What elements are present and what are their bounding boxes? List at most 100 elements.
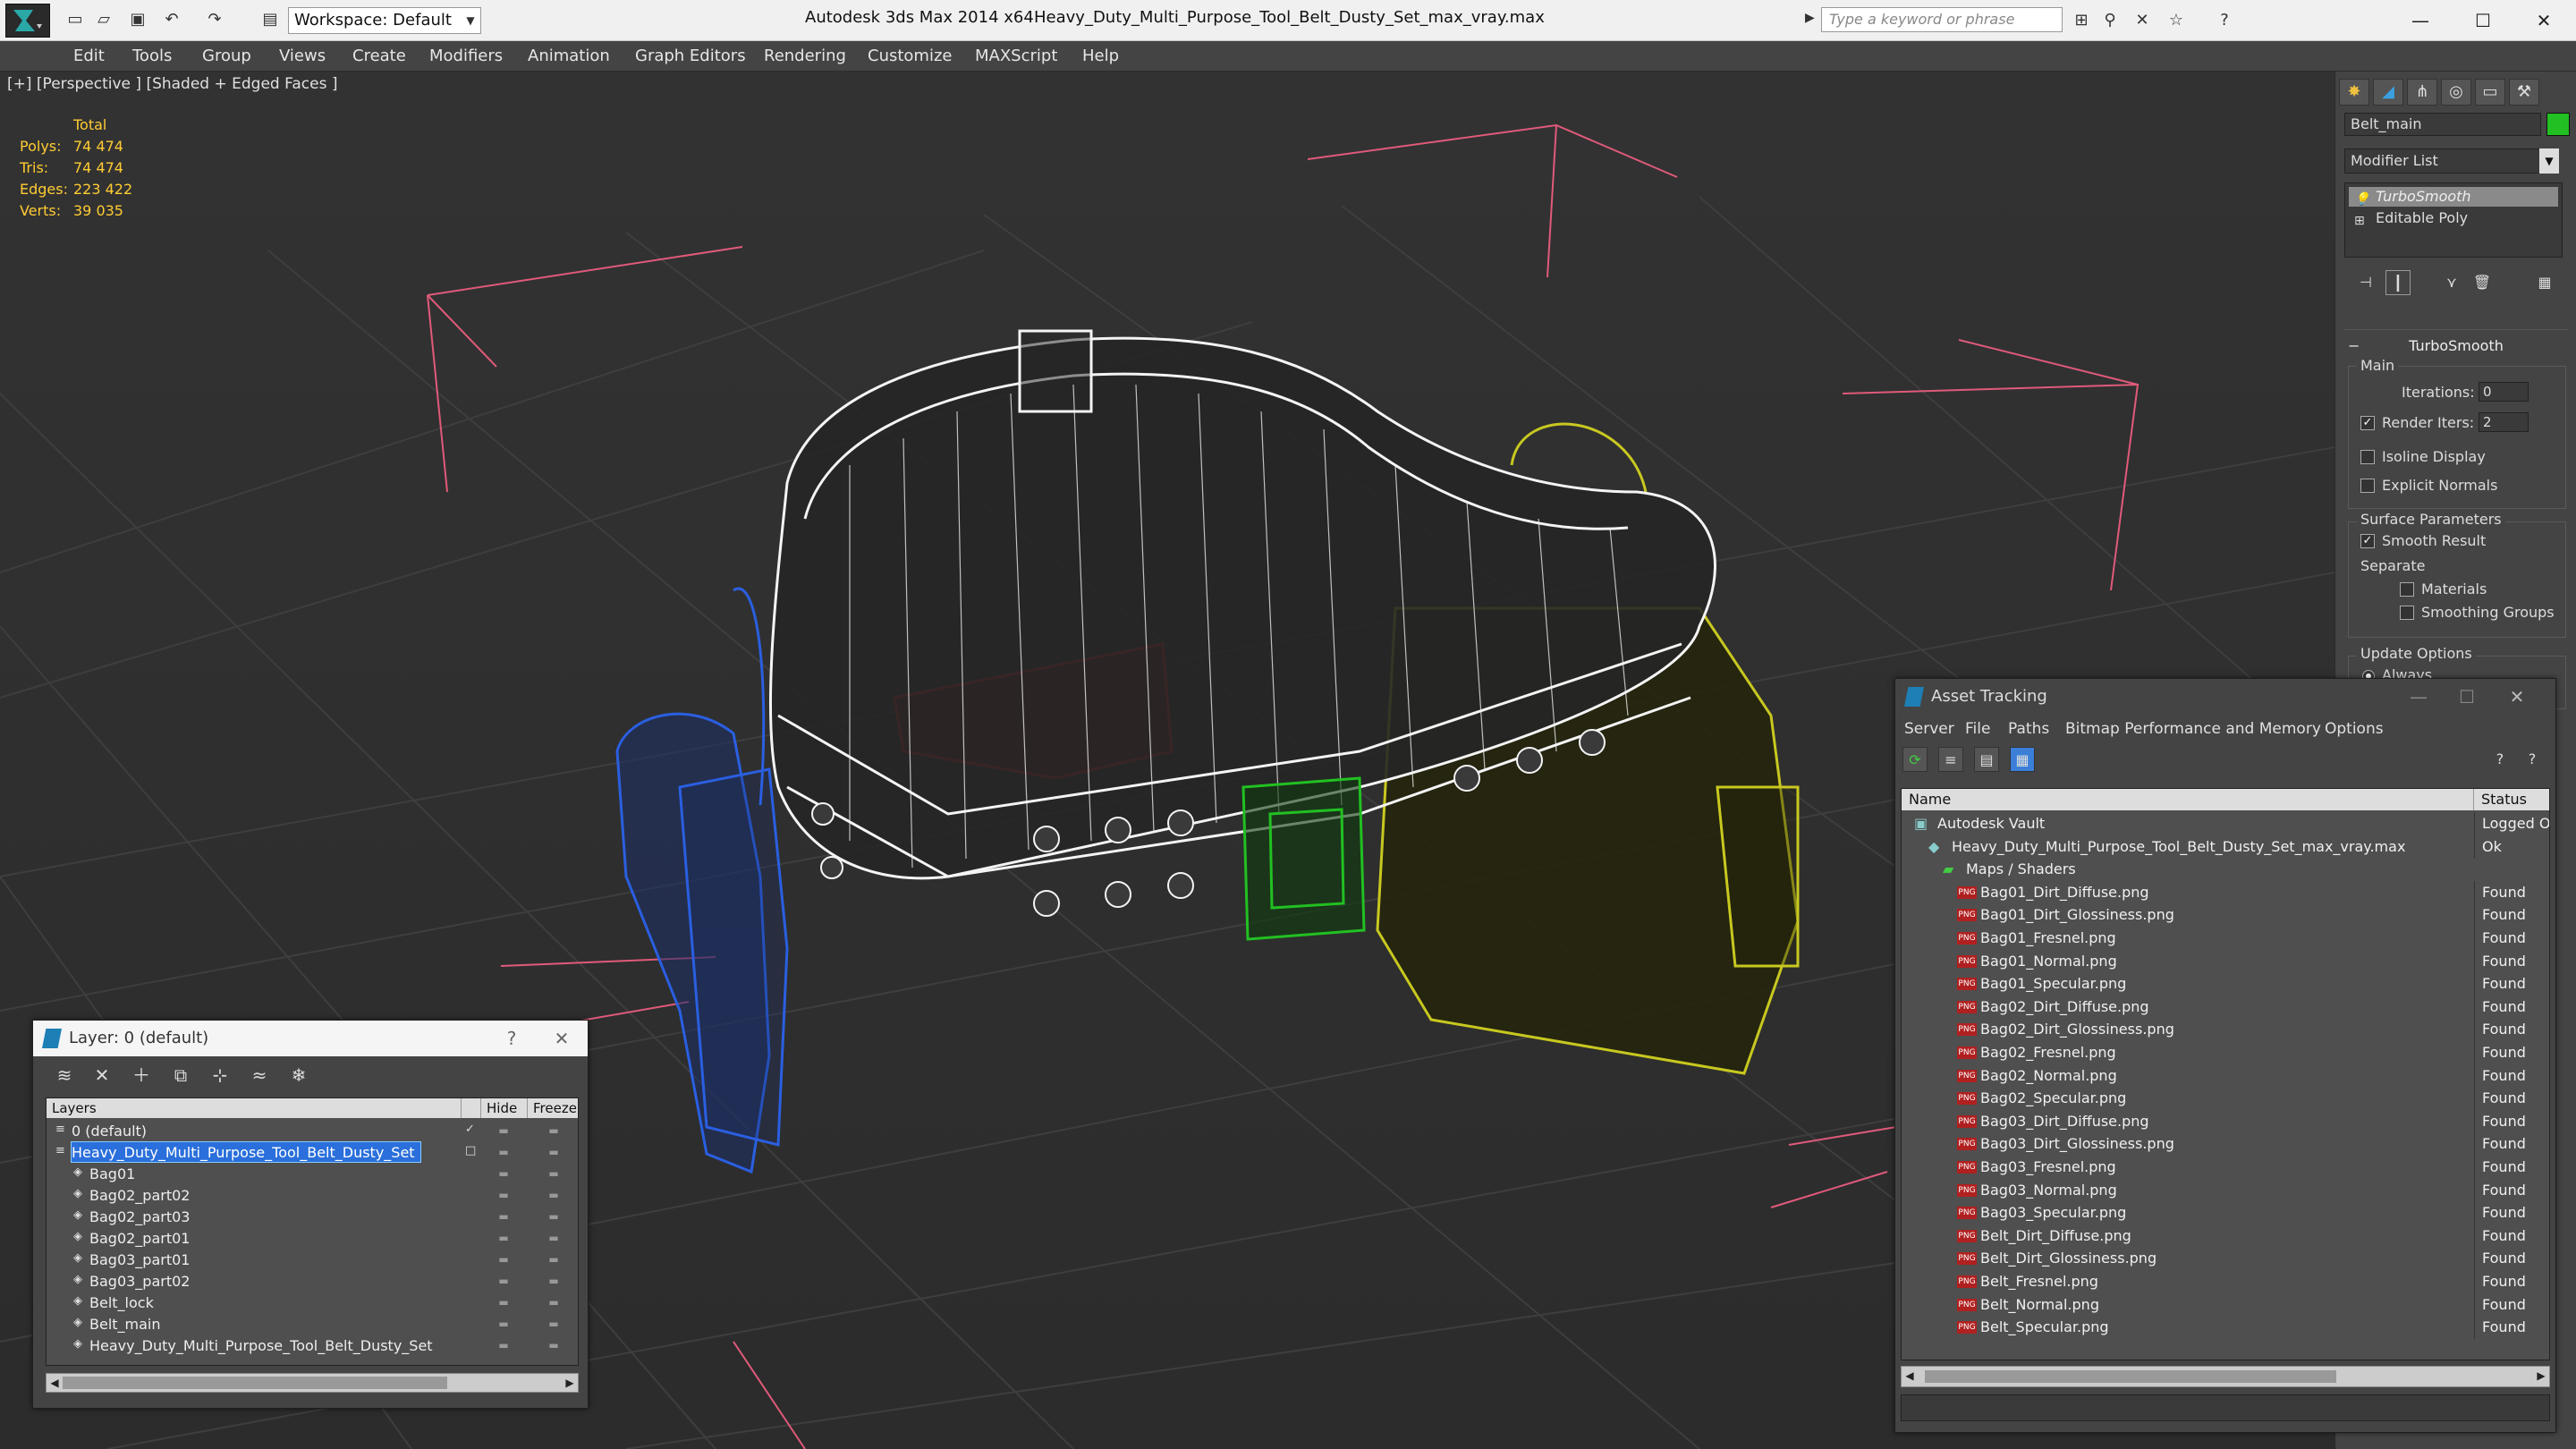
freeze-toggle[interactable]: ▬ [540, 1249, 567, 1270]
layer-name[interactable]: 0 (default) [72, 1121, 152, 1140]
hide-toggle[interactable]: ▬ [490, 1313, 517, 1335]
asset-row[interactable]: PNG Bag01_Fresnel.png Found [1902, 927, 2549, 950]
subscription-icon[interactable]: ⚲ [2098, 9, 2122, 32]
asset-row[interactable]: PNG Bag03_Specular.png Found [1902, 1201, 2549, 1225]
communication-icon[interactable]: ✕ [2131, 9, 2154, 32]
layer-row[interactable]: ◈ Bag01 ▬ ▬ [47, 1163, 578, 1184]
scroll-left-icon[interactable]: ◀ [1902, 1367, 1918, 1385]
freeze-all-icon[interactable]: ❄ [285, 1062, 312, 1089]
help-icon[interactable]: ? [2213, 9, 2236, 32]
freeze-toggle[interactable]: ▬ [540, 1270, 567, 1292]
layer-name[interactable]: Belt_lock [89, 1292, 159, 1312]
asset-row[interactable]: PNG Bag02_Specular.png Found [1902, 1087, 2549, 1111]
select-objects-icon[interactable]: ⧉ [167, 1062, 194, 1089]
layer-name[interactable]: Bag02_part01 [89, 1228, 195, 1248]
modifier-list-dropdown[interactable]: Modifier List [2344, 148, 2559, 174]
search-input[interactable]: Type a keyword or phrase [1821, 7, 2063, 32]
column-header-name[interactable]: Name [1902, 789, 2474, 810]
create-layer-icon[interactable]: ≋ [51, 1062, 78, 1089]
render-iters-checkbox[interactable]: ✓ [2360, 416, 2375, 430]
smoothing-groups-checkbox[interactable] [2400, 606, 2414, 620]
current-layer-toggle[interactable] [465, 1317, 478, 1329]
favorites-star-icon[interactable]: ☆ [2165, 9, 2188, 32]
hide-toggle[interactable]: ▬ [490, 1120, 517, 1141]
menu-edit[interactable]: Edit [73, 47, 105, 65]
smooth-result-checkbox[interactable]: ✓ [2360, 534, 2375, 548]
asset-row[interactable]: PNG Belt_Normal.png Found [1902, 1292, 2549, 1317]
open-file-icon[interactable]: ▱ [93, 10, 114, 30]
layer-name[interactable]: Bag03_part02 [89, 1271, 195, 1291]
help-button[interactable]: ? [489, 1021, 534, 1056]
list-view-icon[interactable]: ≡ [1938, 747, 1963, 772]
menu-help[interactable]: Help [1082, 47, 1119, 65]
asset-menu-options[interactable]: Options [2325, 720, 2384, 738]
layer-horizontal-scrollbar[interactable]: ◀ ▶ [46, 1373, 579, 1393]
minimize-button[interactable]: — [2394, 5, 2447, 36]
menu-graph-editors[interactable]: Graph Editors [635, 47, 746, 65]
project-folder-icon[interactable]: ▤ [259, 10, 281, 30]
asset-row[interactable]: PNG Bag02_Normal.png Found [1902, 1063, 2549, 1088]
freeze-toggle[interactable]: ▬ [540, 1141, 567, 1163]
layer-row[interactable]: ◈ Bag02_part03 ▬ ▬ [47, 1206, 578, 1227]
asset-menu-paths[interactable]: Paths [2008, 720, 2049, 738]
current-layer-toggle[interactable] [465, 1231, 478, 1243]
explicit-normals-checkbox[interactable] [2360, 479, 2375, 493]
menu-customize[interactable]: Customize [868, 47, 952, 65]
check-icon[interactable]: ✓ [465, 1123, 478, 1136]
asset-row[interactable]: PNG Bag02_Dirt_Glossiness.png Found [1902, 1018, 2549, 1042]
current-layer-toggle[interactable] [465, 1274, 478, 1286]
layer-name[interactable]: Heavy_Duty_Multi_Purpose_Tool_Belt_Dusty… [71, 1141, 421, 1163]
current-layer-toggle[interactable] [465, 1166, 478, 1179]
app-logo-icon[interactable] [5, 4, 50, 38]
asset-row[interactable]: PNG Belt_Specular.png Found [1902, 1316, 2549, 1340]
column-header-current[interactable] [462, 1098, 481, 1118]
column-header-hide[interactable]: Hide [481, 1098, 528, 1118]
asset-horizontal-scrollbar[interactable]: ◀ ▶ [1901, 1366, 2550, 1387]
new-file-icon[interactable]: ▭ [64, 10, 86, 30]
asset-row[interactable]: PNG Belt_Dirt_Glossiness.png Found [1902, 1247, 2549, 1271]
configure-sets-icon[interactable]: ▦ [2532, 270, 2557, 295]
stack-item-turbosmooth[interactable]: 💡 TurboSmooth [2349, 187, 2558, 207]
rollout-collapse-icon[interactable]: − [2348, 337, 2360, 354]
scroll-right-icon[interactable]: ▶ [2533, 1367, 2549, 1385]
layer-name[interactable]: Belt_main [89, 1314, 166, 1334]
motion-tab-icon[interactable]: ◎ [2441, 79, 2471, 106]
modify-tab-icon[interactable]: ◢ [2373, 79, 2403, 106]
chevron-down-icon[interactable]: ▼ [2539, 148, 2559, 174]
isoline-display-checkbox[interactable] [2360, 450, 2375, 464]
scroll-left-icon[interactable]: ◀ [47, 1374, 63, 1392]
menu-modifiers[interactable]: Modifiers [429, 47, 503, 65]
layer-name[interactable]: Bag01 [89, 1164, 140, 1183]
menu-rendering[interactable]: Rendering [764, 47, 846, 65]
asset-menu-bitmap[interactable]: Bitmap Performance and Memory [2065, 720, 2321, 738]
layer-name[interactable]: Bag03_part01 [89, 1250, 195, 1269]
hide-toggle[interactable]: ▬ [490, 1206, 517, 1227]
asset-row[interactable]: PNG Bag01_Normal.png Found [1902, 949, 2549, 973]
hide-toggle[interactable]: ▬ [490, 1270, 517, 1292]
table-view-icon[interactable]: ▦ [2010, 747, 2035, 772]
show-end-result-icon[interactable]: ┃ [2385, 270, 2411, 295]
layer-row[interactable]: ≡ 0 (default) ✓ ▬ ▬ [47, 1120, 578, 1141]
freeze-toggle[interactable]: ▬ [540, 1292, 567, 1313]
layer-row[interactable]: ◈ Belt_lock ▬ ▬ [47, 1292, 578, 1313]
object-color-swatch[interactable] [2546, 113, 2570, 136]
hide-toggle[interactable]: ▬ [490, 1249, 517, 1270]
current-layer-toggle[interactable] [465, 1188, 478, 1200]
delete-layer-icon[interactable]: ✕ [89, 1062, 115, 1089]
menu-group[interactable]: Group [202, 47, 251, 65]
current-layer-toggle[interactable]: □ [465, 1145, 478, 1157]
freeze-toggle[interactable]: ▬ [540, 1163, 567, 1184]
close-button[interactable]: ✕ [539, 1021, 584, 1056]
layer-row[interactable]: ◈ Bag02_part02 ▬ ▬ [47, 1184, 578, 1206]
scrollbar-thumb[interactable] [63, 1377, 447, 1389]
close-button[interactable]: ✕ [2517, 5, 2571, 36]
asset-row[interactable]: PNG Bag01_Specular.png Found [1902, 972, 2549, 996]
current-layer-toggle[interactable] [465, 1295, 478, 1308]
hide-toggle[interactable]: ▬ [490, 1184, 517, 1206]
layer-name[interactable]: Bag02_part03 [89, 1207, 195, 1226]
utilities-tab-icon[interactable]: ⚒ [2509, 79, 2539, 106]
column-header-layers[interactable]: Layers [47, 1098, 462, 1118]
materials-checkbox[interactable] [2400, 582, 2414, 597]
layer-row[interactable]: ≡ Heavy_Duty_Multi_Purpose_Tool_Belt_Dust… [47, 1141, 578, 1163]
question-icon[interactable]: ? [2520, 747, 2545, 772]
